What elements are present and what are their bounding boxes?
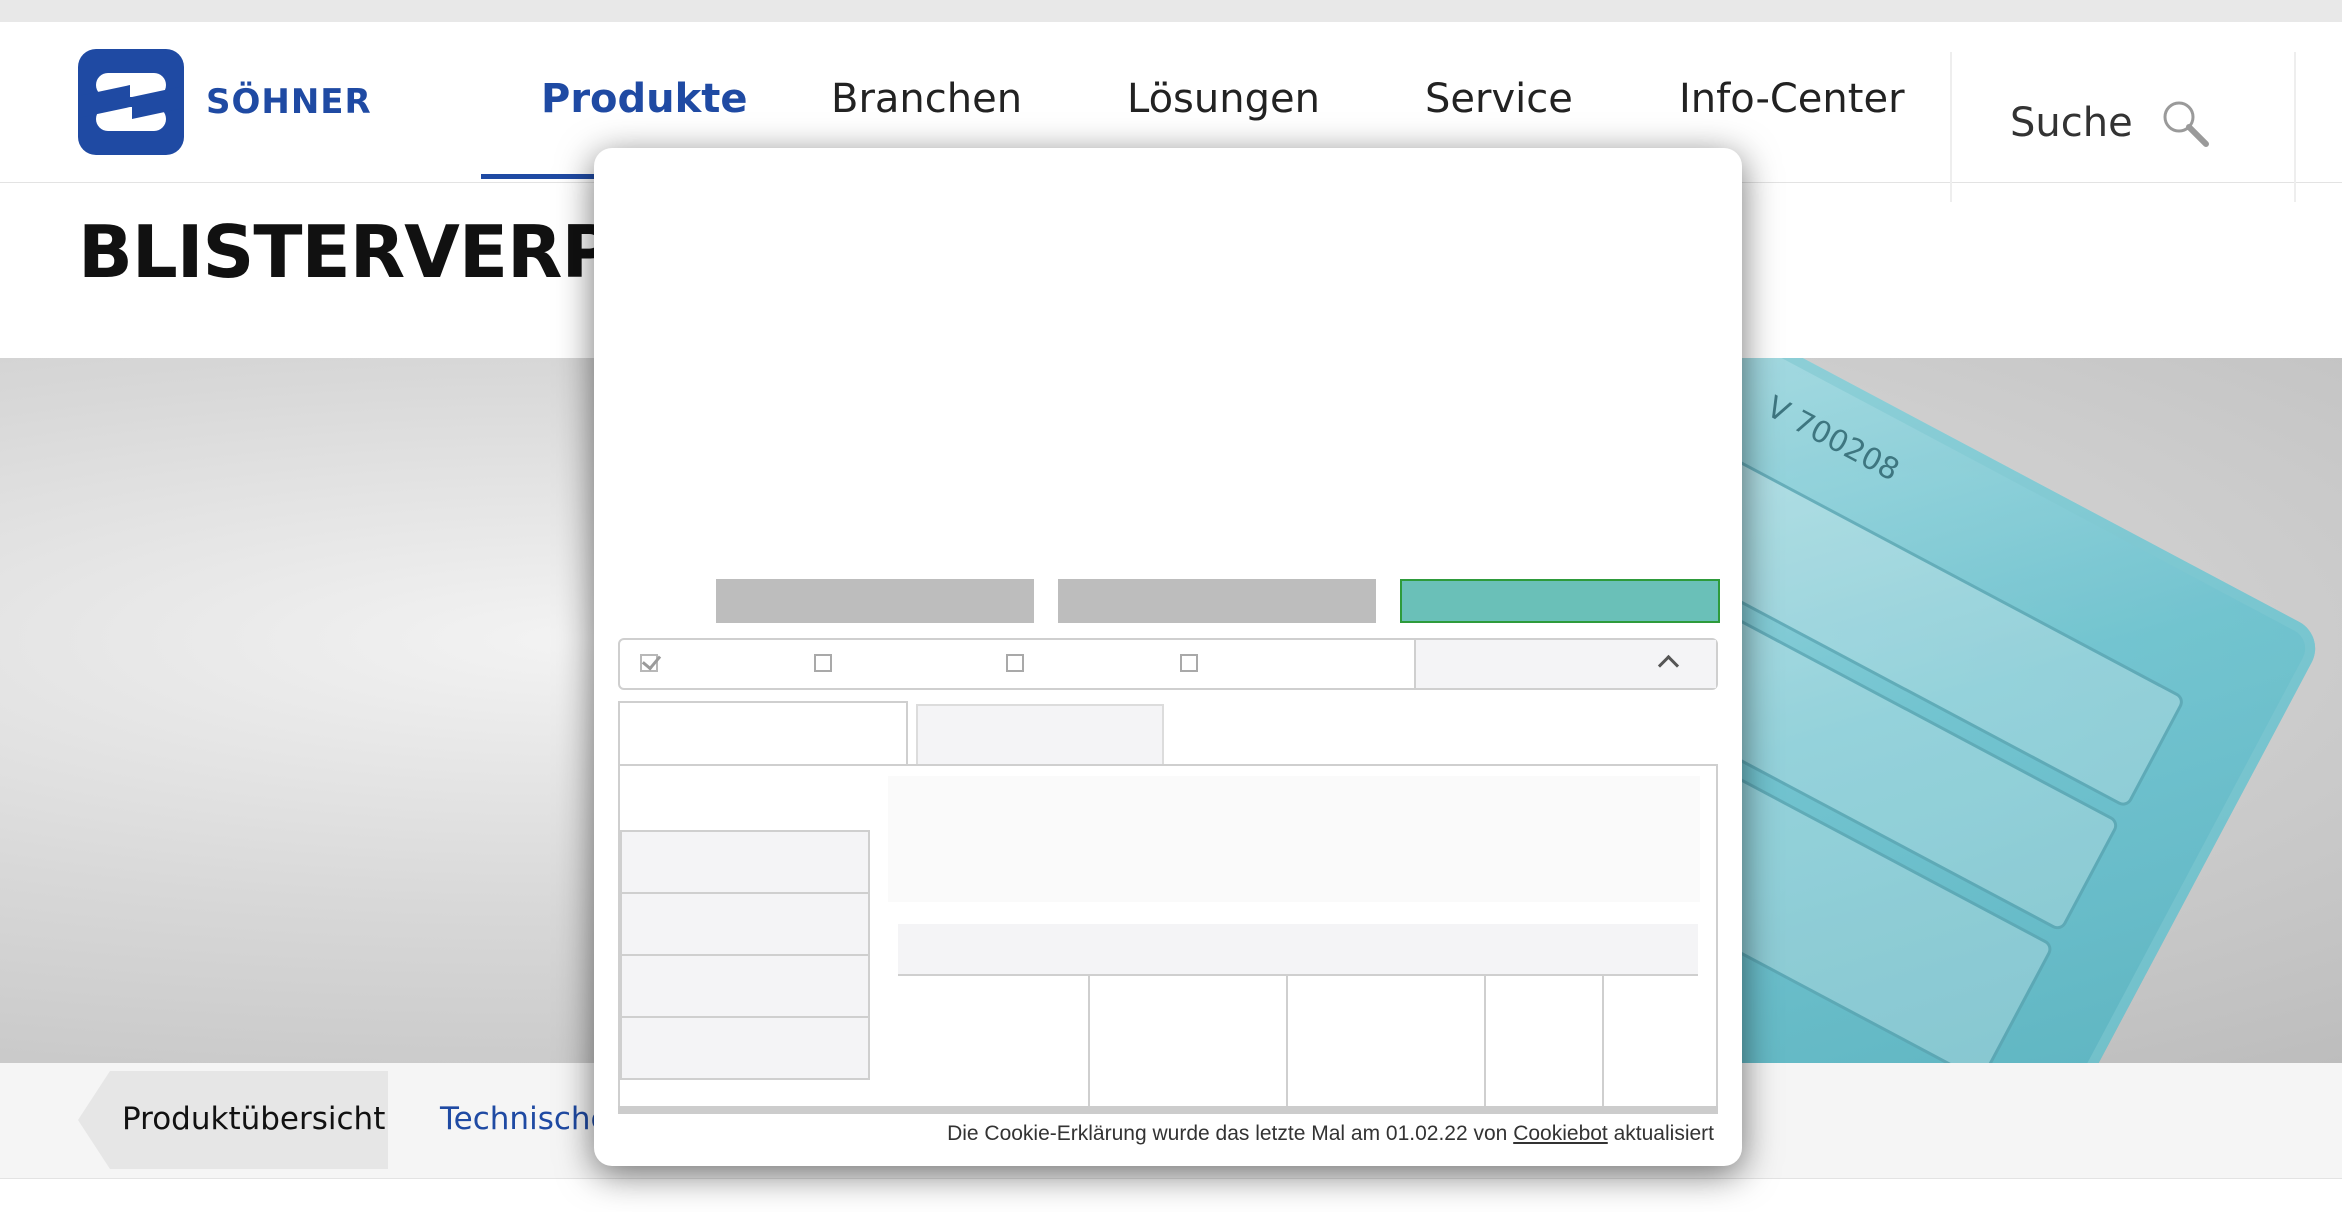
cookiebot-link[interactable]: Cookiebot bbox=[1513, 1122, 1608, 1145]
necessary-checkbox bbox=[640, 654, 658, 672]
category-list-item[interactable] bbox=[620, 1016, 870, 1080]
nav-item-branchen[interactable]: Branchen bbox=[831, 76, 1022, 122]
preferences-checkbox[interactable] bbox=[814, 654, 832, 672]
category-description bbox=[888, 776, 1700, 902]
consent-category-row bbox=[618, 638, 1718, 690]
nav-item-produkte[interactable]: Produkte bbox=[541, 76, 747, 122]
category-list-item[interactable] bbox=[620, 830, 870, 894]
category-list-item[interactable] bbox=[620, 954, 870, 1018]
nav-item-info-center[interactable]: Info-Center bbox=[1679, 76, 1905, 122]
logo[interactable]: SÖHNER bbox=[78, 49, 372, 155]
marketing-checkbox[interactable] bbox=[1180, 654, 1198, 672]
divider bbox=[2294, 52, 2296, 202]
cookie-details-panel bbox=[618, 764, 1718, 1112]
subnav-item-technische[interactable]: Technische bbox=[440, 1101, 610, 1137]
table-column-divider bbox=[1286, 976, 1288, 1110]
allow-selection-button[interactable] bbox=[1058, 579, 1376, 623]
subnav-item-produktuebersicht[interactable]: Produktübersicht bbox=[122, 1101, 385, 1137]
footer-prefix: Die Cookie-Erklärung wurde das letzte Ma… bbox=[947, 1122, 1508, 1145]
browser-top-strip bbox=[0, 0, 2342, 23]
cookie-declaration-note: Die Cookie-Erklärung wurde das letzte Ma… bbox=[947, 1122, 1714, 1146]
search-label[interactable]: Suche bbox=[2010, 100, 2133, 146]
chevron-up-icon bbox=[1657, 654, 1680, 677]
table-column-divider bbox=[1088, 976, 1090, 1110]
divider bbox=[1950, 52, 1952, 202]
nav-item-service[interactable]: Service bbox=[1425, 76, 1573, 122]
logo-icon bbox=[78, 49, 184, 155]
cookie-table-header bbox=[898, 924, 1698, 976]
table-column-divider bbox=[1484, 976, 1486, 1110]
cookie-consent-dialog: Die Cookie-Erklärung wurde das letzte Ma… bbox=[594, 148, 1742, 1166]
horizontal-scrollbar[interactable] bbox=[618, 1106, 1718, 1114]
tab-about-cookies[interactable] bbox=[916, 704, 1164, 766]
category-list-item[interactable] bbox=[620, 892, 870, 956]
search-icon[interactable] bbox=[2160, 98, 2210, 148]
deny-button[interactable] bbox=[716, 579, 1034, 623]
allow-all-button[interactable] bbox=[1400, 579, 1720, 623]
active-tab-arrow bbox=[78, 1071, 110, 1169]
tab-cookie-declaration[interactable] bbox=[618, 701, 908, 765]
details-toggle[interactable] bbox=[1414, 640, 1716, 688]
logo-text: SÖHNER bbox=[206, 82, 372, 122]
table-column-divider bbox=[1602, 976, 1604, 1110]
footer-suffix: aktualisiert bbox=[1613, 1122, 1714, 1145]
statistics-checkbox[interactable] bbox=[1006, 654, 1024, 672]
nav-item-loesungen[interactable]: Lösungen bbox=[1127, 76, 1320, 122]
tray-label: V 700208 bbox=[1760, 389, 1905, 489]
